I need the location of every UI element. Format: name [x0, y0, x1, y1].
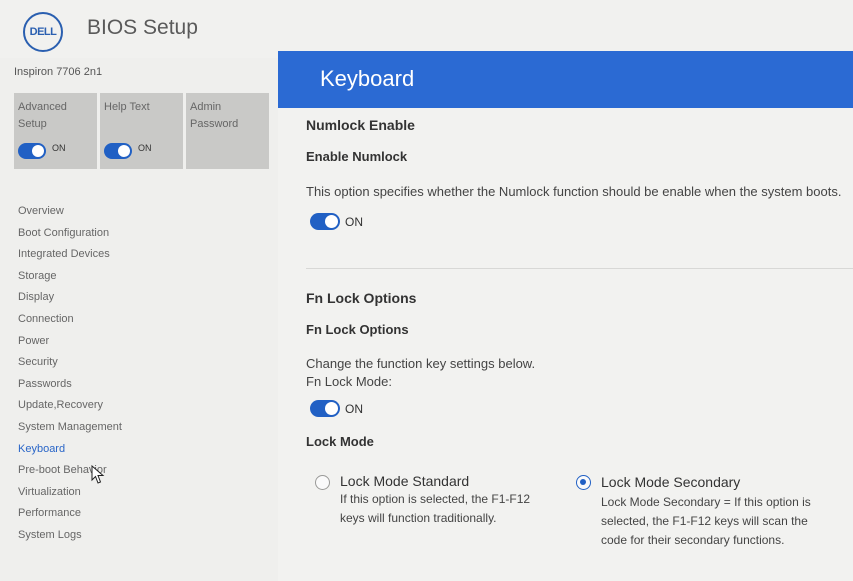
description-line: code for their secondary functions. [601, 533, 785, 547]
lock-mode-secondary-label[interactable]: Lock Mode Secondary [601, 474, 740, 490]
numlock-description: This option specifies whether the Numloc… [306, 184, 842, 199]
description-line: keys will function traditionally. [340, 511, 497, 525]
sidebar-item-display[interactable]: Display [18, 289, 122, 311]
header-bar: DELL BIOS Setup [0, 0, 853, 58]
sidebar-item-passwords[interactable]: Passwords [18, 376, 122, 398]
sidebar-nav: Overview Boot Configuration Integrated D… [18, 203, 122, 549]
admin-password-tile[interactable]: Admin Password [186, 93, 269, 169]
toggle-state-label: ON [52, 143, 66, 153]
tile-label: Admin [190, 101, 222, 113]
tile-label: Advanced [18, 101, 67, 113]
fnlock-toggle[interactable] [310, 400, 340, 417]
help-text-tile[interactable]: Help Text ON [100, 93, 183, 169]
description-line: Lock Mode Secondary = If this option is [601, 495, 811, 509]
sidebar-item-pre-boot-behavior[interactable]: Pre-boot Behavior [18, 462, 122, 484]
sidebar-item-update-recovery[interactable]: Update,Recovery [18, 397, 122, 419]
sidebar-item-connection[interactable]: Connection [18, 311, 122, 333]
description-line: If this option is selected, the F1-F12 [340, 492, 531, 506]
toggle-state-label: ON [138, 143, 152, 153]
numlock-subtitle: Enable Numlock [306, 149, 408, 164]
sidebar-item-boot-configuration[interactable]: Boot Configuration [18, 225, 122, 247]
sidebar-item-keyboard[interactable]: Keyboard [18, 441, 122, 463]
sidebar-item-security[interactable]: Security [18, 354, 122, 376]
sidebar-item-system-management[interactable]: System Management [18, 419, 122, 441]
advanced-setup-tile[interactable]: Advanced Setup ON [14, 93, 97, 169]
numlock-section-title: Numlock Enable [306, 117, 415, 133]
model-name: Inspiron 7706 2n1 [14, 66, 103, 78]
sidebar-item-storage[interactable]: Storage [18, 268, 122, 290]
fnlock-description: Change the function key settings below. [306, 356, 536, 371]
page-title: Keyboard [320, 66, 415, 91]
sidebar-item-virtualization[interactable]: Virtualization [18, 484, 122, 506]
description-line: selected, the F1-F12 keys will scan the [601, 514, 808, 528]
fnlock-mode-label: Fn Lock Mode: [306, 374, 392, 389]
fnlock-toggle-state: ON [345, 402, 363, 416]
numlock-toggle-state: ON [345, 215, 363, 229]
tile-label: Help Text [104, 101, 150, 113]
section-divider [306, 268, 853, 269]
dell-logo-icon: DELL [23, 12, 63, 52]
help-text-toggle[interactable] [104, 143, 132, 159]
sidebar-item-system-logs[interactable]: System Logs [18, 527, 122, 549]
fnlock-subtitle: Fn Lock Options [306, 322, 409, 337]
lock-mode-secondary-description: Lock Mode Secondary = If this option is … [601, 493, 811, 550]
tile-label: Password [190, 118, 239, 130]
sidebar-item-integrated-devices[interactable]: Integrated Devices [18, 246, 122, 268]
sidebar: Inspiron 7706 2n1 Advanced Setup ON Help… [0, 58, 278, 581]
lock-mode-title: Lock Mode [306, 434, 374, 449]
sidebar-item-power[interactable]: Power [18, 333, 122, 355]
page-banner: Keyboard [278, 51, 853, 108]
lock-mode-standard-radio[interactable] [315, 475, 330, 490]
lock-mode-standard-label[interactable]: Lock Mode Standard [340, 473, 469, 489]
lock-mode-standard-description: If this option is selected, the F1-F12 k… [340, 490, 530, 528]
lock-mode-secondary-radio[interactable] [576, 475, 591, 490]
fnlock-section-title: Fn Lock Options [306, 290, 417, 306]
advanced-setup-toggle[interactable] [18, 143, 46, 159]
mouse-pointer-icon [91, 465, 105, 484]
sidebar-item-overview[interactable]: Overview [18, 203, 122, 225]
app-title: BIOS Setup [87, 16, 198, 39]
numlock-toggle[interactable] [310, 213, 340, 230]
sidebar-item-performance[interactable]: Performance [18, 505, 122, 527]
main-content: Numlock Enable Enable Numlock This optio… [278, 108, 853, 581]
tile-label: Setup [18, 118, 47, 130]
